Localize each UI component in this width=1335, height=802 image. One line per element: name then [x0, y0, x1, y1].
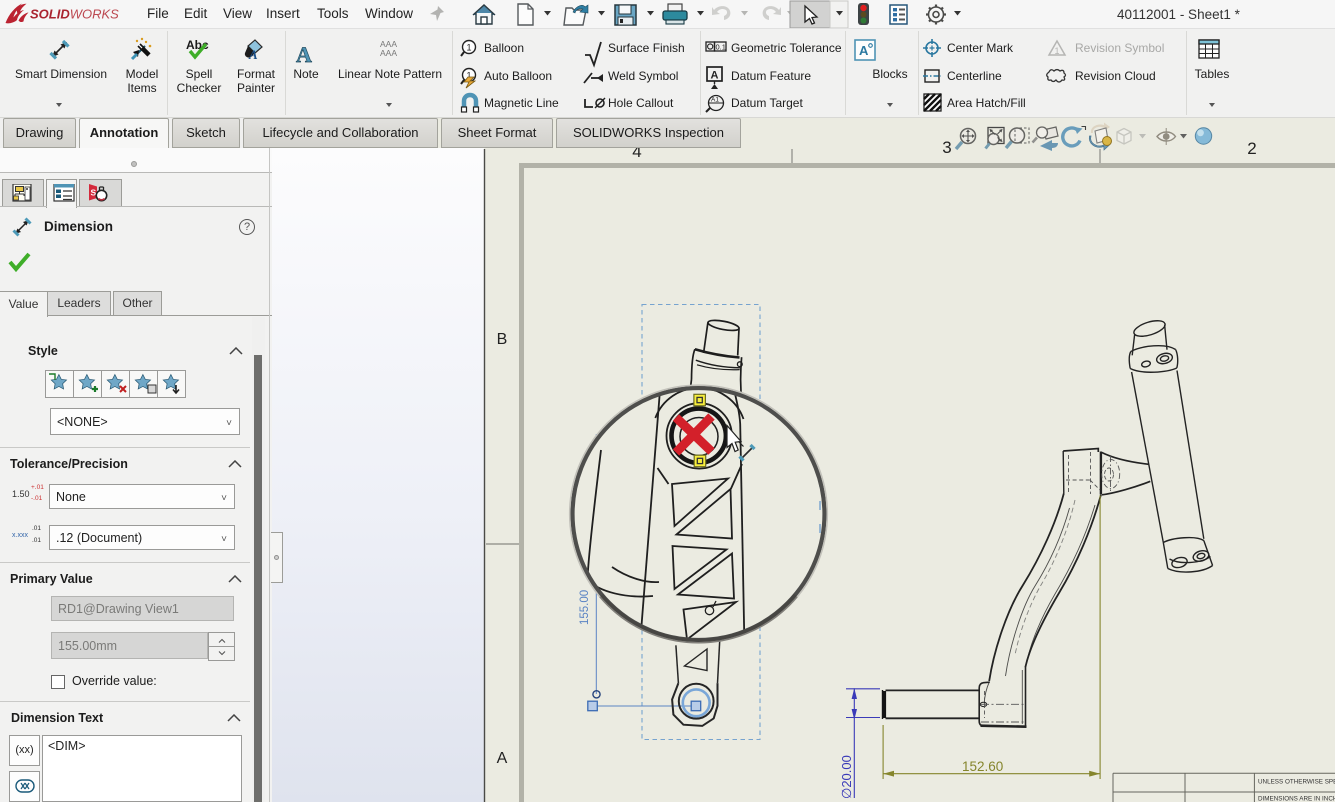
- svg-text:0.1: 0.1: [716, 43, 726, 52]
- svg-text:∅20.00: ∅20.00: [839, 755, 854, 799]
- svg-text:A: A: [859, 43, 869, 58]
- svg-text:2: 2: [1247, 139, 1256, 158]
- svg-text:UNLESS OTHERWISE SPEC: UNLESS OTHERWISE SPEC: [1258, 779, 1335, 786]
- svg-text:155.00: 155.00: [579, 590, 591, 625]
- svg-text:AAA: AAA: [380, 48, 397, 58]
- svg-text:A: A: [497, 750, 508, 767]
- svg-text:A: A: [711, 70, 719, 82]
- svg-text:A: A: [248, 47, 258, 62]
- svg-text:152.60: 152.60: [962, 759, 1003, 774]
- svg-text:A: A: [296, 42, 312, 67]
- svg-text:B: B: [497, 331, 508, 348]
- svg-text:1: 1: [1055, 46, 1060, 56]
- svg-text:SOLIDWORKS: SOLIDWORKS: [30, 7, 119, 22]
- svg-text:A1: A1: [711, 97, 719, 104]
- svg-text:DIMENSIONS ARE IN INCHE: DIMENSIONS ARE IN INCHE: [1258, 796, 1335, 802]
- svg-text:1: 1: [467, 43, 472, 53]
- svg-text:3: 3: [942, 138, 951, 157]
